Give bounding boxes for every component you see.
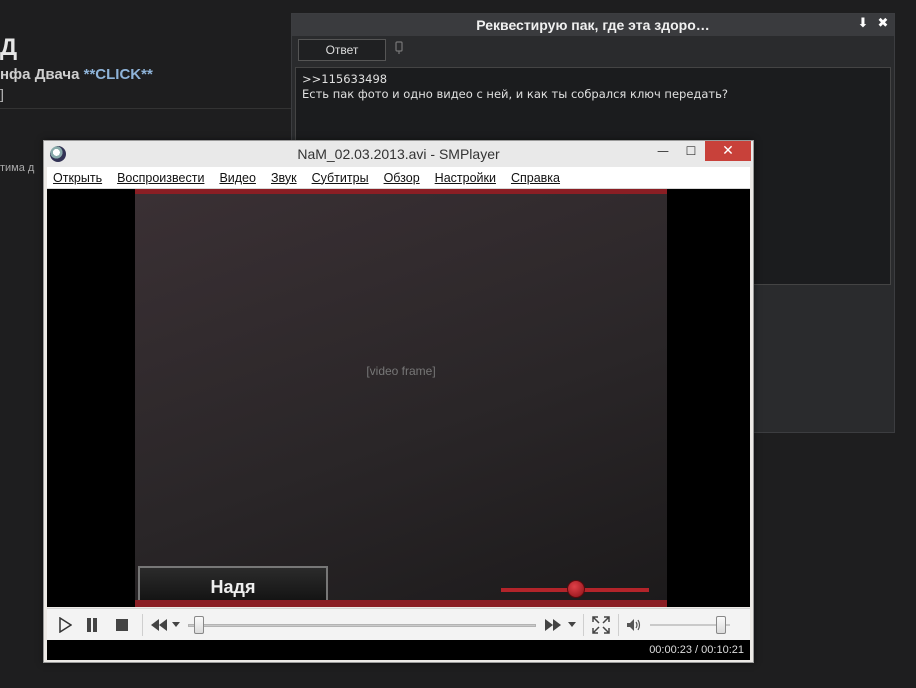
rewind-icon[interactable] <box>148 613 170 637</box>
player-titlebar[interactable]: NaM_02.03.2013.avi - SMPlayer — ☐ ✕ <box>44 141 753 167</box>
fullscreen-icon[interactable] <box>589 613 613 637</box>
volume-icon[interactable] <box>624 613 644 637</box>
seek-track <box>188 623 536 627</box>
play-icon[interactable] <box>53 613 77 637</box>
seek-handle[interactable] <box>194 615 204 634</box>
player-title: NaM_02.03.2013.avi - SMPlayer <box>297 146 500 162</box>
menu-subtitles[interactable]: Субтитры <box>312 171 369 185</box>
volume-slider[interactable] <box>650 615 730 635</box>
minimize-button[interactable]: — <box>649 141 677 161</box>
separator <box>618 613 619 636</box>
menu-audio[interactable]: Звук <box>271 171 297 185</box>
smplayer-app-icon <box>50 146 66 162</box>
separator <box>142 613 143 636</box>
menu-help[interactable]: Справка <box>511 171 560 185</box>
rewind-dropdown-icon[interactable] <box>170 613 182 637</box>
thread-title: Д <box>0 34 18 61</box>
thread-divider <box>0 108 300 109</box>
menu-bar: Открыть Воспроизвести Видео Звук Субтитр… <box>47 167 750 189</box>
menu-play[interactable]: Воспроизвести <box>117 171 204 185</box>
reply-title: Реквестирую пак, где эта здоро… <box>476 17 710 33</box>
maximize-button[interactable]: ☐ <box>677 141 705 161</box>
name-overlay-text: Надя <box>210 576 256 597</box>
thread-subtitle: нфа Двача **CLICK** <box>0 66 153 83</box>
attach-icon[interactable] <box>392 41 406 59</box>
overlay-slider-knob <box>567 580 585 598</box>
status-bar: 00:00:23 / 00:10:21 <box>47 640 750 660</box>
reply-send-button[interactable]: Ответ <box>298 39 386 61</box>
reply-toolbar: Ответ <box>292 36 894 64</box>
close-icon[interactable]: ✖ <box>876 16 890 32</box>
control-bar <box>47 608 750 640</box>
forward-icon[interactable] <box>540 613 566 637</box>
forward-dropdown-icon[interactable] <box>566 613 578 637</box>
pin-icon[interactable]: ⬇ <box>856 16 870 32</box>
close-button[interactable]: ✕ <box>705 141 751 161</box>
subtitle-text: нфа Двача <box>0 66 80 83</box>
pause-icon[interactable] <box>77 613 107 637</box>
menu-video[interactable]: Видео <box>219 171 256 185</box>
video-frame: [video frame] Надя <box>135 189 667 607</box>
stop-icon[interactable] <box>107 613 137 637</box>
click-link[interactable]: **CLICK** <box>84 66 153 83</box>
menu-browse[interactable]: Обзор <box>384 171 420 185</box>
volume-handle[interactable] <box>716 615 726 634</box>
post-snippet: тима д <box>0 162 35 174</box>
menu-settings[interactable]: Настройки <box>435 171 496 185</box>
thread-bracket: ] <box>0 86 4 102</box>
seek-slider[interactable] <box>188 615 536 635</box>
video-area[interactable]: [video frame] Надя <box>47 189 750 607</box>
smplayer-window: NaM_02.03.2013.avi - SMPlayer — ☐ ✕ Откр… <box>43 140 754 663</box>
menu-open[interactable]: Открыть <box>53 171 102 185</box>
reply-titlebar[interactable]: Реквестирую пак, где эта здоро… ⬇ ✖ <box>292 14 894 36</box>
time-display: 00:00:23 / 00:10:21 <box>649 644 744 656</box>
video-placeholder: [video frame] <box>366 364 436 378</box>
separator <box>583 613 584 636</box>
frame-bottom-band <box>135 600 667 607</box>
